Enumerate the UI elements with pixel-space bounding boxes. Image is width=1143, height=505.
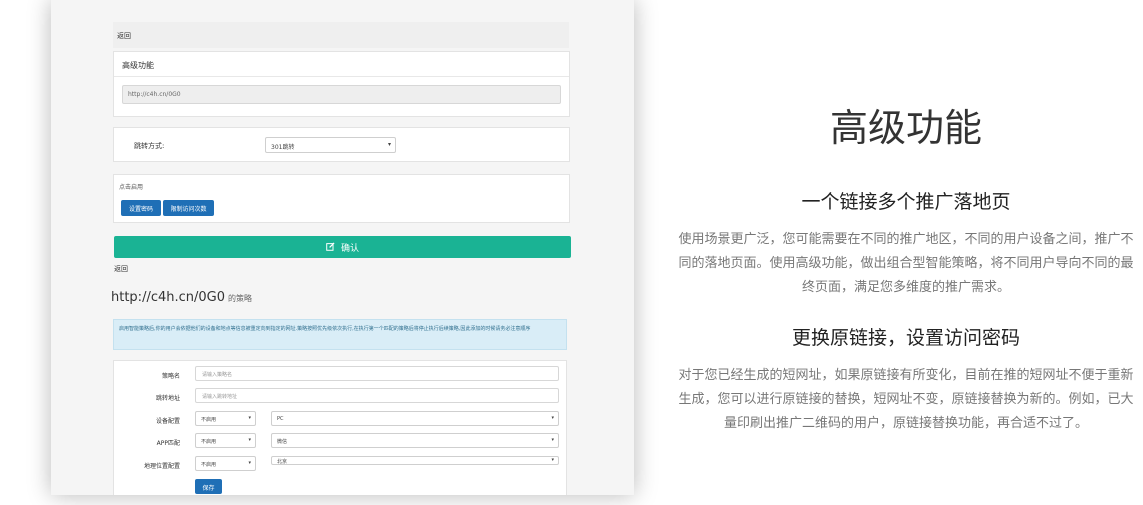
strategy-name-input[interactable]: 请输入策略名 <box>195 366 559 381</box>
device-row: 设备配置 不启用 ▾ PC ▾ <box>114 411 566 429</box>
feature-description: 高级功能 一个链接多个推广落地页 使用场景更广泛，您可能需要在不同的推广地区，不… <box>676 0 1136 505</box>
geo-value: 北京 <box>277 459 288 465</box>
device-value: PC <box>277 416 284 422</box>
advanced-panel-header: 高级功能 <box>114 52 569 77</box>
device-toggle-select[interactable]: 不启用 ▾ <box>195 411 256 426</box>
advanced-panel-title: 高级功能 <box>122 61 154 70</box>
geo-select[interactable]: 北京 ▾ <box>271 456 559 465</box>
app-toggle-select[interactable]: 不启用 ▾ <box>195 433 256 448</box>
target-url-label: 跳转地址 <box>155 395 180 402</box>
strategy-url: http://c4h.cn/0G0 <box>111 290 225 305</box>
strategy-suffix: 的策略 <box>228 294 252 303</box>
set-password-button[interactable]: 设置密码 <box>121 200 161 216</box>
confirm-button[interactable]: 确认 <box>114 236 571 258</box>
chevron-down-icon: ▾ <box>248 437 251 443</box>
limit-visits-button[interactable]: 限制访问次数 <box>163 200 214 216</box>
feature-subtitle-1: 一个链接多个推广落地页 <box>801 191 1011 213</box>
geo-toggle-value: 不启用 <box>201 462 217 468</box>
geo-row: 地理位置配置 不启用 ▾ 北京 ▾ <box>114 456 566 474</box>
limit-visits-label: 限制访问次数 <box>170 206 207 213</box>
advanced-panel: 高级功能 http://c4h.cn/0G0 <box>113 51 570 117</box>
back-link-2[interactable]: 返回 <box>114 264 128 274</box>
app-toggle-value: 不启用 <box>201 439 217 445</box>
info-alert: 启用智能策略后,你的用户会依据他们的设备和地点等信息被重定向到指定的网址.策略按… <box>113 319 567 350</box>
strategy-name-label: 策略名 <box>161 373 180 380</box>
enable-label: 点击启用 <box>119 184 144 191</box>
redirect-select-value: 301跳转 <box>271 144 295 151</box>
target-url-input[interactable]: 请输入跳转地址 <box>195 388 559 403</box>
back-link[interactable]: 返回 <box>117 31 131 41</box>
feature-body-2: 对于您已经生成的短网址，如果原链接有所变化，目前在推的短网址不便于重新生成，您可… <box>678 368 1134 431</box>
device-select[interactable]: PC ▾ <box>271 411 559 426</box>
chevron-down-icon: ▾ <box>551 457 554 463</box>
feature-screenshot: 返回 高级功能 http://c4h.cn/0G0 跳转方式: 301跳转 ▾ … <box>51 0 634 495</box>
app-label: APP匹配 <box>156 440 180 447</box>
chevron-down-icon: ▾ <box>551 415 554 421</box>
set-password-label: 设置密码 <box>128 206 153 213</box>
confirm-label: 确认 <box>340 244 359 254</box>
chevron-down-icon: ▾ <box>248 460 251 466</box>
chevron-down-icon: ▾ <box>551 437 554 443</box>
geo-label: 地理位置配置 <box>143 463 180 470</box>
short-url-field: http://c4h.cn/0G0 <box>122 85 561 104</box>
feature-body-1: 使用场景更广泛，您可能需要在不同的推广地区，不同的用户设备之间，推广不同的落地页… <box>678 232 1134 295</box>
strategy-form: 策略名 请输入策略名 跳转地址 请输入跳转地址 设备配置 不启用 ▾ PC ▾ … <box>113 360 567 495</box>
app-row: APP匹配 不启用 ▾ 微信 ▾ <box>114 433 566 451</box>
feature-title: 高级功能 <box>829 106 982 150</box>
page: 返回 高级功能 http://c4h.cn/0G0 跳转方式: 301跳转 ▾ … <box>0 0 1143 505</box>
edit-icon <box>326 242 335 254</box>
geo-toggle-select[interactable]: 不启用 ▾ <box>195 456 256 471</box>
device-toggle-value: 不启用 <box>201 417 217 423</box>
save-label: 保存 <box>202 485 215 492</box>
device-label: 设备配置 <box>155 418 180 425</box>
app-value: 微信 <box>277 439 288 445</box>
redirect-label: 跳转方式: <box>134 142 165 150</box>
target-url-placeholder: 请输入跳转地址 <box>202 394 238 400</box>
chevron-down-icon: ▾ <box>248 415 251 421</box>
strategy-name-placeholder: 请输入策略名 <box>202 372 233 378</box>
save-button[interactable]: 保存 <box>195 479 222 494</box>
redirect-panel: 跳转方式: 301跳转 ▾ <box>113 127 570 162</box>
info-text: 启用智能策略后,你的用户会依据他们的设备和地点等信息被重定向到指定的网址.策略按… <box>119 326 531 332</box>
strategy-header: http://c4h.cn/0G0 的策略 <box>111 290 252 305</box>
app-select[interactable]: 微信 ▾ <box>271 433 559 448</box>
enable-panel: 点击启用 设置密码 限制访问次数 <box>113 174 570 223</box>
redirect-select[interactable]: 301跳转 ▾ <box>265 137 396 153</box>
feature-subtitle-2: 更换原链接，设置访问密码 <box>791 327 1020 349</box>
short-url-value: http://c4h.cn/0G0 <box>128 91 181 98</box>
target-url-row: 跳转地址 请输入跳转地址 <box>114 388 566 406</box>
top-bar: 返回 <box>113 22 569 48</box>
chevron-down-icon: ▾ <box>387 141 391 148</box>
strategy-name-row: 策略名 请输入策略名 <box>114 366 566 384</box>
